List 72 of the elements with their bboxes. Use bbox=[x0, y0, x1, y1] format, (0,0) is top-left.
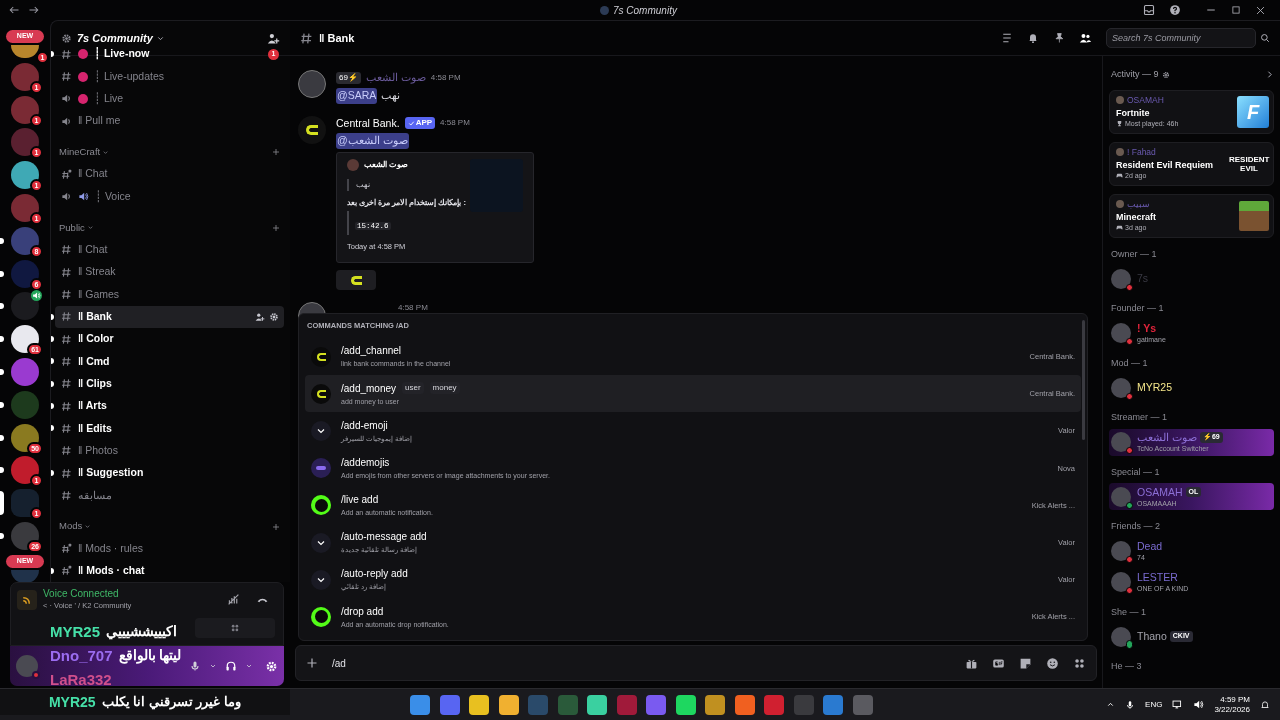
message-time: 4:58 PM bbox=[440, 117, 470, 130]
command-name: /add-emoji bbox=[341, 418, 388, 433]
member-group-title: Founder — 1 bbox=[1110, 302, 1165, 315]
member-group-title: He — 3 bbox=[1110, 660, 1143, 673]
chat-username: Dno_707 bbox=[50, 647, 113, 663]
message-time: 4:58 PM bbox=[430, 71, 461, 84]
user-name: ! Fahad bbox=[1127, 145, 1156, 159]
member-group-title: She — 1 bbox=[1110, 605, 1148, 619]
command-name: /add_money bbox=[341, 381, 397, 396]
user-name: سبيب bbox=[1127, 197, 1150, 211]
channel-name: ┊ Live bbox=[94, 91, 124, 107]
channel-name: ǁ Chat bbox=[78, 241, 108, 257]
option-chip: money bbox=[429, 382, 460, 395]
member-group-title: Owner — 1 bbox=[1110, 247, 1158, 261]
channel-name: ǁ Suggestion bbox=[78, 465, 144, 481]
channel-name: ǁ Arts bbox=[78, 398, 107, 414]
chat-message: اكيييششيييي bbox=[106, 624, 178, 638]
game-cover: F bbox=[1237, 95, 1269, 128]
game-title: Fortnite bbox=[1116, 106, 1151, 119]
channel-name: ┊ Live-now bbox=[94, 46, 150, 62]
member-name: MYR25 bbox=[1137, 381, 1172, 394]
member-name: OSAMAH bbox=[1137, 485, 1183, 499]
command-name: /auto-message add bbox=[341, 530, 427, 545]
channel-name: ǁ Streak bbox=[78, 264, 116, 280]
user-name: OSAMAH bbox=[1127, 93, 1164, 107]
command-name: /auto-reply add bbox=[341, 567, 408, 582]
channel-name: ǁ Color bbox=[78, 331, 114, 347]
member-group-title: Streamer — 1 bbox=[1110, 411, 1169, 424]
member-name: Thano bbox=[1137, 630, 1167, 643]
chat-username: MYR25 bbox=[48, 692, 96, 712]
command-name: /live add bbox=[341, 493, 379, 508]
option-chip: user bbox=[402, 382, 424, 395]
message-time: 4:58 PM bbox=[398, 302, 428, 314]
app-label: APP bbox=[415, 117, 433, 130]
channel-name: ǁ Photos bbox=[78, 442, 118, 458]
window-title: 7s Community bbox=[613, 4, 677, 18]
chat-username: LaRa332 bbox=[50, 671, 112, 687]
message-text: نهب bbox=[381, 87, 401, 104]
section-title: Activity — 9 bbox=[1111, 68, 1159, 81]
command-name: /addemojis bbox=[341, 455, 390, 470]
channel-title: ǁ Bank bbox=[319, 30, 355, 46]
channel-name: ǁ Games bbox=[78, 286, 120, 302]
command-name: /drop add bbox=[341, 604, 384, 619]
channel-name: ┊ Live-updates bbox=[94, 68, 165, 85]
embed-author: صوت الشعب bbox=[364, 159, 409, 171]
channel-name: ǁ Chat bbox=[78, 166, 108, 182]
member-group-title: Mod — 1 bbox=[1110, 356, 1149, 370]
chat-message: ليتها بالواقع bbox=[118, 648, 182, 662]
chat-message: وما غيرر تسرقني انا يكلب bbox=[101, 693, 242, 712]
member-group-title: Special — 1 bbox=[1110, 465, 1161, 479]
member-name: LESTER bbox=[1137, 571, 1178, 584]
channel-name: ǁ Edits bbox=[78, 420, 112, 436]
chat-username: MYR25 bbox=[50, 623, 101, 639]
channel-name: ǁ Clips bbox=[78, 375, 112, 391]
channel-name: ǁ Cmd bbox=[78, 353, 110, 369]
game-logo: RESIDENT EVIL bbox=[1229, 154, 1269, 173]
channel-name: ┊ Voice bbox=[95, 188, 131, 205]
game-title: Minecraft bbox=[1116, 210, 1156, 223]
member-name: 7s bbox=[1137, 272, 1149, 285]
game-title: Resident Evil Requiem bbox=[1116, 158, 1214, 171]
member-name: ! Ys bbox=[1137, 322, 1157, 335]
channel-name: ǁ Pull me bbox=[78, 113, 121, 129]
channel-name: ǁ Bank bbox=[78, 308, 112, 324]
member-name: صوت الشعب bbox=[1137, 431, 1197, 444]
channel-name: ǁ Mods · chat bbox=[78, 563, 145, 579]
member-name: Dead bbox=[1137, 540, 1163, 553]
channel-name: مسابقه bbox=[78, 487, 112, 503]
member-group-title: Friends — 2 bbox=[1110, 520, 1162, 533]
voice-status: Voice Connected bbox=[43, 588, 120, 600]
user-tag: 69⚡ bbox=[336, 71, 361, 84]
channel-name: ǁ Mods · rules bbox=[78, 540, 144, 556]
command-name: /add_channel bbox=[341, 344, 402, 359]
